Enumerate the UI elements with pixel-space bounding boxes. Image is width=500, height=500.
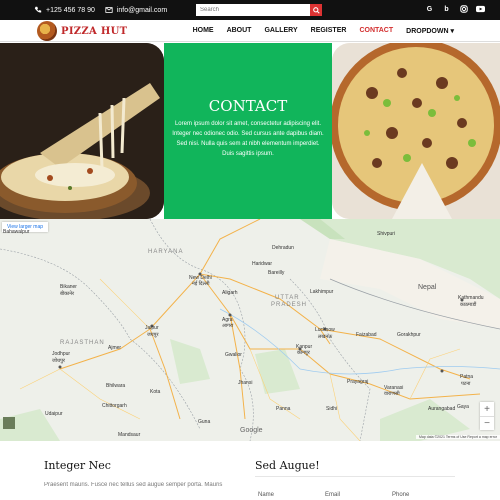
map-label: PRADESH (271, 302, 308, 308)
map-label: Bahawalpur (3, 229, 30, 235)
map-label: आगरा (222, 323, 234, 329)
map-label: Udaipur (45, 411, 63, 417)
nav-item-gallery[interactable]: GALLERY (264, 27, 297, 35)
phone-text: +125 456 78 90 (46, 6, 95, 14)
map-label: जोधपुर (52, 358, 65, 364)
hero-text: Lorem ipsum dolor sit amet, consectetur … (172, 121, 324, 157)
nav-item-about[interactable]: ABOUT (227, 27, 252, 35)
instagram-icon[interactable] (459, 5, 468, 14)
map-label: बीकानेर (60, 291, 75, 297)
map-canvas (0, 219, 500, 441)
map-label: UTTAR (275, 295, 300, 301)
contact-info: +125 456 78 90 info@gmail.com (34, 6, 167, 14)
search-button[interactable] (310, 4, 322, 16)
search-form (196, 4, 322, 16)
left-paragraph: Praesent mauris. Fusce nec tellus sed au… (44, 482, 223, 488)
map-label: Faizabad (356, 332, 377, 338)
map-attribution[interactable]: Map data ©2021 Terms of Use Report a map… (416, 435, 500, 439)
zoom-out-button[interactable]: − (480, 416, 494, 430)
map-label: Prayagraj (347, 379, 369, 385)
email-field-label: Email (325, 492, 341, 498)
search-icon (312, 6, 320, 14)
brand-name: PIZZA HUT (61, 25, 128, 37)
nav-menu: HOME ABOUT GALLERY REGISTER CONTACT DROP… (193, 27, 454, 35)
map-label: Lucknow (315, 327, 335, 333)
nav-item-home[interactable]: HOME (193, 27, 214, 35)
map-label: Kathmandu (458, 295, 484, 301)
map-label: Dehradun (272, 245, 294, 251)
social-links: G b (425, 5, 485, 14)
map-label: नई दिल्ली (192, 281, 210, 287)
pizza-logo-icon (37, 21, 57, 41)
map-label: Nepal (418, 284, 437, 291)
map-label: Bikaner (60, 284, 77, 290)
map-label: काठमाडौं (460, 302, 477, 308)
zoom-in-button[interactable]: + (480, 402, 494, 416)
pizza-top-image (332, 43, 500, 219)
page-title: CONTACT (208, 97, 288, 115)
dropdown-label: DROPDOWN (406, 28, 449, 35)
phone-icon (34, 6, 42, 13)
map-label: Jodhpur (52, 351, 71, 357)
map-label: Lakhimpur (310, 289, 334, 295)
map-label: लखनऊ (318, 334, 333, 340)
map-label: Bhilwara (106, 383, 126, 389)
nav-item-register[interactable]: REGISTER (311, 27, 347, 35)
map-label: Haridwar (252, 261, 273, 267)
map-label: Mandsaur (118, 432, 141, 438)
map-label: कानपुर (297, 350, 310, 356)
section-heading-right: Sed Augue! (255, 459, 320, 472)
name-field-label: Name (258, 492, 275, 498)
map-label: Gaya (457, 404, 469, 410)
google-icon[interactable]: G (425, 5, 434, 14)
map-label: Ajmer (108, 345, 122, 351)
map-label: जयपुर (147, 332, 159, 338)
top-bar: +125 456 78 90 info@gmail.com G b (0, 0, 500, 20)
map-label: पटना (461, 381, 471, 387)
google-logo: Google (240, 427, 263, 434)
map-label: Aligarh (222, 290, 238, 296)
pizza-slice-image (0, 43, 164, 219)
email-item[interactable]: info@gmail.com (105, 6, 167, 14)
phone-item: +125 456 78 90 (34, 6, 95, 14)
youtube-icon[interactable] (476, 5, 485, 14)
contact-section: Integer Nec Praesent mauris. Fusce nec t… (0, 441, 500, 500)
map-label: HARYANA (148, 249, 184, 255)
caret-down-icon: ▾ (450, 28, 454, 35)
map-label: Panna (276, 406, 291, 412)
map-label: Bareilly (268, 270, 285, 276)
map-label: Aurangabad (428, 406, 456, 412)
brand-logo[interactable]: PIZZA HUT (37, 21, 127, 41)
map-label: Chittorgarh (102, 403, 127, 409)
map-label: Gwalior (225, 352, 242, 358)
map-label: Jhansi (238, 380, 253, 386)
map-embed[interactable]: View larger map Bahawalpur HARYANA New D… (0, 219, 500, 441)
behance-icon[interactable]: b (442, 5, 451, 14)
main-nav: PIZZA HUT HOME ABOUT GALLERY REGISTER CO… (0, 20, 500, 42)
mail-icon (105, 7, 113, 13)
email-text[interactable]: info@gmail.com (117, 7, 167, 14)
map-label: Jaipur (145, 325, 159, 331)
phone-field-label: Phone (392, 492, 410, 498)
map-label: Guna (198, 419, 211, 425)
map-label: Kota (150, 389, 161, 395)
map-zoom-controls: + − (480, 402, 494, 430)
hero-banner: CONTACT Lorem ipsum dolor sit amet, cons… (0, 43, 500, 219)
map-label: Sidhi (326, 406, 338, 412)
map-label: Shivpuri (377, 231, 396, 237)
section-heading-left: Integer Nec (44, 459, 111, 472)
nav-item-contact[interactable]: CONTACT (359, 27, 393, 35)
form-divider (255, 476, 455, 477)
search-input[interactable] (196, 4, 310, 16)
map-label: वाराणसी (384, 391, 400, 397)
map-label: Patna (460, 374, 474, 380)
nav-item-dropdown[interactable]: DROPDOWN ▾ (406, 27, 454, 35)
map-label: RAJASTHAN (60, 340, 105, 346)
map-label: Gorakhpur (397, 332, 421, 338)
